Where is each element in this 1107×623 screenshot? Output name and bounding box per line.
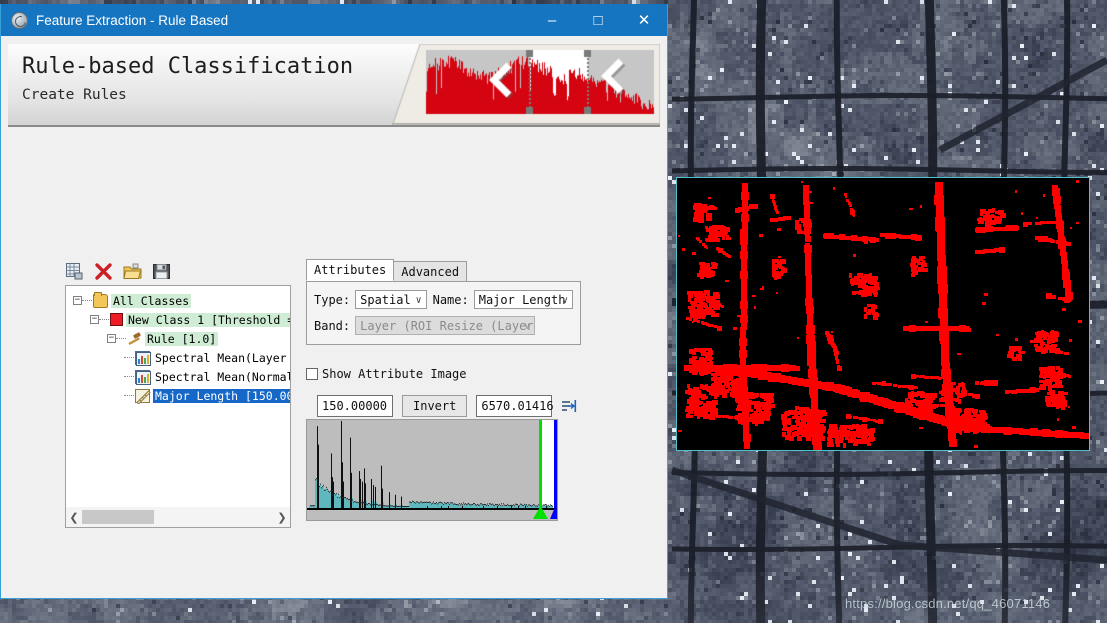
open-folder-icon[interactable] [123,262,142,281]
tree-node-label: Major Length [150.000 [153,388,290,403]
chevron-down-icon: ∨ [524,321,531,332]
attributes-panel: Attributes Advanced Type: Spatial ∨ Name… [306,259,581,345]
minimize-button[interactable]: – [529,4,575,36]
save-icon[interactable] [152,262,171,281]
window-controls: – □ ✕ [529,4,667,36]
classification-preview-overlay[interactable] [676,177,1090,451]
dialog-title-bar[interactable]: Feature Extraction - Rule Based – □ ✕ [1,4,667,36]
type-name-row: Type: Spatial ∨ Name: Major Length ∨ [314,290,573,309]
range-min-input[interactable]: 150.00000 [317,395,393,417]
attribute-histogram[interactable] [306,419,558,521]
band-value: Layer (ROI Resize (Layer ( [360,318,536,333]
tab-attributes[interactable]: Attributes [306,259,395,281]
watermark-text: https://blog.csdn.net/qq_46071146 [845,596,1051,611]
band-row: Band: Layer (ROI Resize (Layer ( ∨ [314,316,573,335]
maximize-button[interactable]: □ [575,4,621,36]
scrollbar-thumb[interactable] [82,510,154,524]
close-button[interactable]: ✕ [621,4,667,36]
expander-icon[interactable]: − [107,334,116,343]
invert-button[interactable]: Invert [402,395,468,417]
envi-globe-icon [11,11,28,29]
new-rule-icon[interactable] [65,262,84,281]
expander-icon[interactable]: − [90,315,99,324]
banner-title: Rule-based Classification [22,54,354,79]
tree-node-label: Spectral Mean(Normali [155,369,291,384]
range-max-input[interactable]: 6570.01416 [476,395,554,417]
rules-tree[interactable]: − All Classes − New Class 1 [Threshold =… [65,285,291,528]
dialog-banner: Rule-based Classification Create Rules [8,44,660,127]
tab-advanced[interactable]: Advanced [393,261,468,281]
name-value: Major Length [478,292,566,307]
hammer-icon [127,331,142,346]
type-dropdown[interactable]: Spatial ∨ [355,290,427,309]
attribute-grid-icon [135,350,151,366]
folder-icon [93,291,108,308]
dialog-body: − All Classes − New Class 1 [Threshold =… [1,127,667,598]
window-title: Feature Extraction - Rule Based [36,12,229,28]
attribute-grid-icon [135,369,151,385]
tree-connector [82,300,92,301]
delete-icon[interactable] [94,262,113,281]
class-color-swatch[interactable] [110,313,123,326]
range-controls: 150.00000 Invert 6570.01416 [317,395,577,417]
scroll-left-arrow-icon[interactable]: ❮ [66,511,82,524]
ruler-icon [135,388,151,405]
screen: https://blog.csdn.net/qq_46071146 Featur… [0,0,1107,623]
band-label: Band: [314,318,351,333]
tree-connector [124,357,134,358]
tree-connector [124,395,134,396]
type-label: Type: [314,292,351,307]
attributes-fields: Type: Spatial ∨ Name: Major Length ∨ Ban… [306,281,581,345]
reset-range-icon[interactable] [561,398,577,414]
tree-node-major-length[interactable]: Major Length [150.000 [124,386,290,405]
tree-node-new-class-1[interactable]: − New Class 1 [Threshold = 0. [90,310,290,329]
tree-connector [124,376,134,377]
name-label: Name: [432,292,469,307]
banner-subtitle: Create Rules [22,87,127,103]
tree-node-rule[interactable]: − Rule [1.0] [107,329,290,348]
type-value: Spatial [360,292,411,307]
tree-horizontal-scrollbar[interactable]: ❮ ❯ [65,507,291,528]
banner-histogram-graphic [392,44,660,125]
tree-node-spectral-mean-normalized[interactable]: Spectral Mean(Normali [124,367,290,386]
show-attribute-image-checkbox[interactable] [306,368,318,380]
tree-connector [99,319,109,320]
band-dropdown: Layer (ROI Resize (Layer ( ∨ [355,316,536,335]
tree-connector [116,338,126,339]
feature-extraction-dialog: Feature Extraction - Rule Based – □ ✕ Ru… [0,4,668,599]
name-dropdown[interactable]: Major Length ∨ [473,290,573,309]
tab-bar: Attributes Advanced [306,259,581,281]
scroll-right-arrow-icon[interactable]: ❯ [274,511,290,524]
tree-node-label: Spectral Mean(Layer [155,350,287,365]
tree-node-label: New Class 1 [Threshold = 0. [126,312,290,327]
tree-node-label: Rule [1.0] [145,331,219,346]
tree-node-spectral-mean-layer[interactable]: Spectral Mean(Layer [124,348,290,367]
tree-node-all-classes[interactable]: − All Classes [73,291,290,310]
rule-toolbar [65,262,171,281]
chevron-down-icon: ∨ [415,295,422,306]
chevron-down-icon: ∨ [561,295,568,306]
tree-node-label: All Classes [111,293,192,308]
expander-icon[interactable]: − [73,296,82,305]
show-attribute-image-label: Show Attribute Image [322,367,467,381]
show-attribute-image-row[interactable]: Show Attribute Image [306,367,467,381]
